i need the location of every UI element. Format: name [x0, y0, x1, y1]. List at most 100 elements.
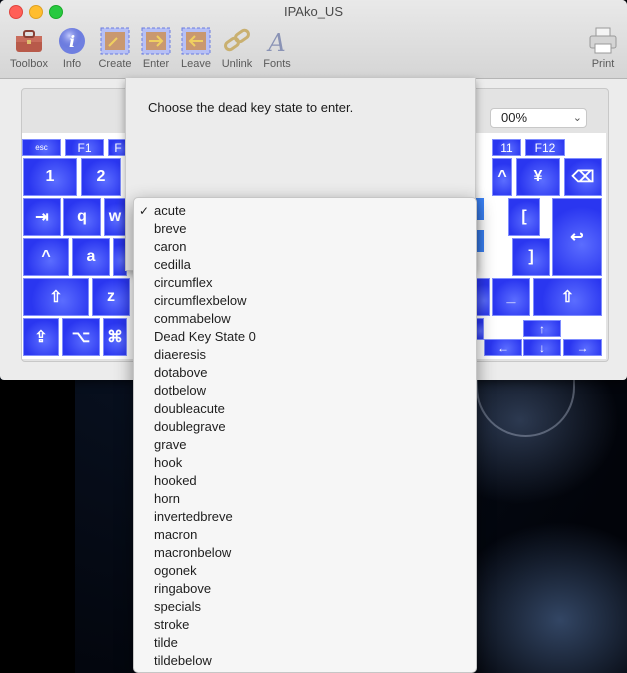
menu-item-label: ringabove — [154, 581, 212, 596]
key-underscore[interactable]: _ — [492, 278, 530, 316]
menu-item-label: hooked — [154, 473, 197, 488]
menu-item[interactable]: caron — [134, 238, 476, 256]
menu-item-label: macronbelow — [154, 545, 232, 560]
svg-text:A: A — [266, 29, 285, 56]
leave-deadkey-icon — [180, 26, 212, 56]
toolbar-unlink-button[interactable]: Unlink — [218, 26, 256, 70]
menu-item[interactable]: tilde — [134, 634, 476, 652]
key-slash[interactable] — [476, 278, 490, 316]
key-1[interactable]: 1 — [23, 158, 77, 196]
menu-item-label: specials — [154, 599, 201, 614]
print-label: Print — [591, 58, 615, 70]
menu-item[interactable]: ringabove — [134, 580, 476, 598]
key-esc[interactable]: esc — [22, 139, 61, 156]
key-option[interactable]: ⌥ — [62, 318, 100, 356]
key-z[interactable]: z — [92, 278, 130, 316]
key-yen[interactable]: ¥ — [516, 158, 560, 196]
menu-item-label: horn — [154, 491, 181, 506]
menu-item[interactable]: diaeresis — [134, 346, 476, 364]
key-control[interactable]: ^ — [23, 238, 69, 276]
printer-icon — [587, 26, 619, 56]
key-a[interactable]: a — [72, 238, 110, 276]
dead-key-state-menu: ✓ acute breve caron cedilla circumflex circumf… — [133, 197, 477, 673]
key-tab[interactable]: ⇥ — [23, 198, 61, 236]
menu-item[interactable]: tildebelow — [134, 652, 476, 670]
menu-item[interactable]: doubleacute — [134, 400, 476, 418]
key-shift-left[interactable]: ⇧ — [23, 278, 89, 316]
key-return[interactable]: ↩ — [552, 198, 602, 276]
toolbar-leave-button[interactable]: Leave — [178, 26, 214, 70]
zoom-value: 00% — [501, 110, 528, 125]
menu-item[interactable]: dotbelow — [134, 382, 476, 400]
menu-item-label: dotbelow — [154, 383, 207, 398]
toolbar-enter-button[interactable]: Enter — [138, 26, 174, 70]
menu-item[interactable]: macronbelow — [134, 544, 476, 562]
svg-text:i: i — [69, 32, 75, 51]
menu-item[interactable]: doublegrave — [134, 418, 476, 436]
key-f12[interactable]: F12 — [525, 139, 565, 156]
menu-item[interactable]: horn — [134, 490, 476, 508]
key-2[interactable]: 2 — [81, 158, 121, 196]
key-command[interactable]: ⌘ — [103, 318, 127, 356]
menu-item-label: commabelow — [154, 311, 231, 326]
menu-item[interactable]: invertedbreve — [134, 508, 476, 526]
menu-item-label: grave — [154, 437, 187, 452]
menu-item[interactable]: ✓ acute — [134, 202, 476, 220]
menu-item-label: stroke — [154, 617, 190, 632]
menu-item[interactable]: dotabove — [134, 364, 476, 382]
info-icon: i — [56, 26, 88, 56]
menu-item[interactable]: hook — [134, 454, 476, 472]
menu-item[interactable]: grave — [134, 436, 476, 454]
toolbar-toolbox-button[interactable]: Toolbox — [6, 26, 52, 70]
title-bar: IPAko_US Toolbox i Info Create Enter Lea… — [0, 0, 627, 79]
toolbar-info-button[interactable]: i Info — [56, 26, 88, 70]
menu-item-label: circumflex — [154, 275, 213, 290]
key-shift-right[interactable]: ⇧ — [533, 278, 602, 316]
menu-item[interactable]: stroke — [134, 616, 476, 634]
key-arrow-right[interactable]: → — [563, 339, 602, 356]
fonts-label: Fonts — [263, 58, 291, 70]
menu-item-label: acute — [154, 203, 186, 218]
enter-deadkey-icon — [140, 26, 172, 56]
key-bracket-open[interactable]: [ — [508, 198, 540, 236]
menu-item[interactable]: ogonek — [134, 562, 476, 580]
menu-item[interactable]: macron — [134, 526, 476, 544]
key-arrow-down[interactable]: ↓ — [523, 339, 561, 356]
desktop-dark-region — [0, 380, 75, 673]
menu-item[interactable]: breve — [134, 220, 476, 238]
toolbar-create-button[interactable]: Create — [96, 26, 134, 70]
menu-item[interactable]: cedilla — [134, 256, 476, 274]
menu-item[interactable]: circumflex — [134, 274, 476, 292]
menu-item[interactable]: circumflexbelow — [134, 292, 476, 310]
chain-link-icon — [221, 26, 253, 56]
key-space-right-edge[interactable] — [476, 318, 484, 340]
key-f11[interactable]: 11 — [492, 139, 521, 156]
zoom-select[interactable]: 00% ⌄ — [490, 108, 587, 128]
menu-item-label: diaeresis — [154, 347, 207, 362]
window-title: IPAko_US — [283, 4, 343, 19]
menu-item[interactable]: Dead Key State 0 — [134, 328, 476, 346]
enter-label: Enter — [142, 58, 170, 70]
menu-item[interactable]: hooked — [134, 472, 476, 490]
menu-item-label: Dead Key State 0 — [154, 329, 256, 344]
key-f1[interactable]: F1 — [65, 139, 104, 156]
toolbar-fonts-button[interactable]: A Fonts — [260, 26, 294, 70]
key-w[interactable]: w — [104, 198, 126, 236]
key-delete[interactable]: ⌫ — [564, 158, 602, 196]
key-arrow-up[interactable]: ↑ — [523, 320, 561, 337]
sheet-button-edge — [476, 230, 484, 252]
key-caps-lock[interactable]: ⇪ — [23, 318, 59, 356]
key-q[interactable]: q — [63, 198, 101, 236]
leave-label: Leave — [181, 58, 211, 70]
key-arrow-left[interactable]: ← — [484, 339, 522, 356]
key-bracket-close[interactable]: ] — [512, 238, 550, 276]
menu-item-label: invertedbreve — [154, 509, 233, 524]
menu-item[interactable]: specials — [134, 598, 476, 616]
sheet-default-button-edge — [476, 198, 484, 220]
checkmark-icon: ✓ — [139, 204, 150, 218]
key-caret[interactable]: ^ — [492, 158, 512, 196]
sheet-message: Choose the dead key state to enter. — [148, 100, 354, 115]
desktop-glass-shape — [476, 375, 575, 437]
toolbar-print-button[interactable]: Print — [586, 26, 620, 70]
menu-item[interactable]: commabelow — [134, 310, 476, 328]
